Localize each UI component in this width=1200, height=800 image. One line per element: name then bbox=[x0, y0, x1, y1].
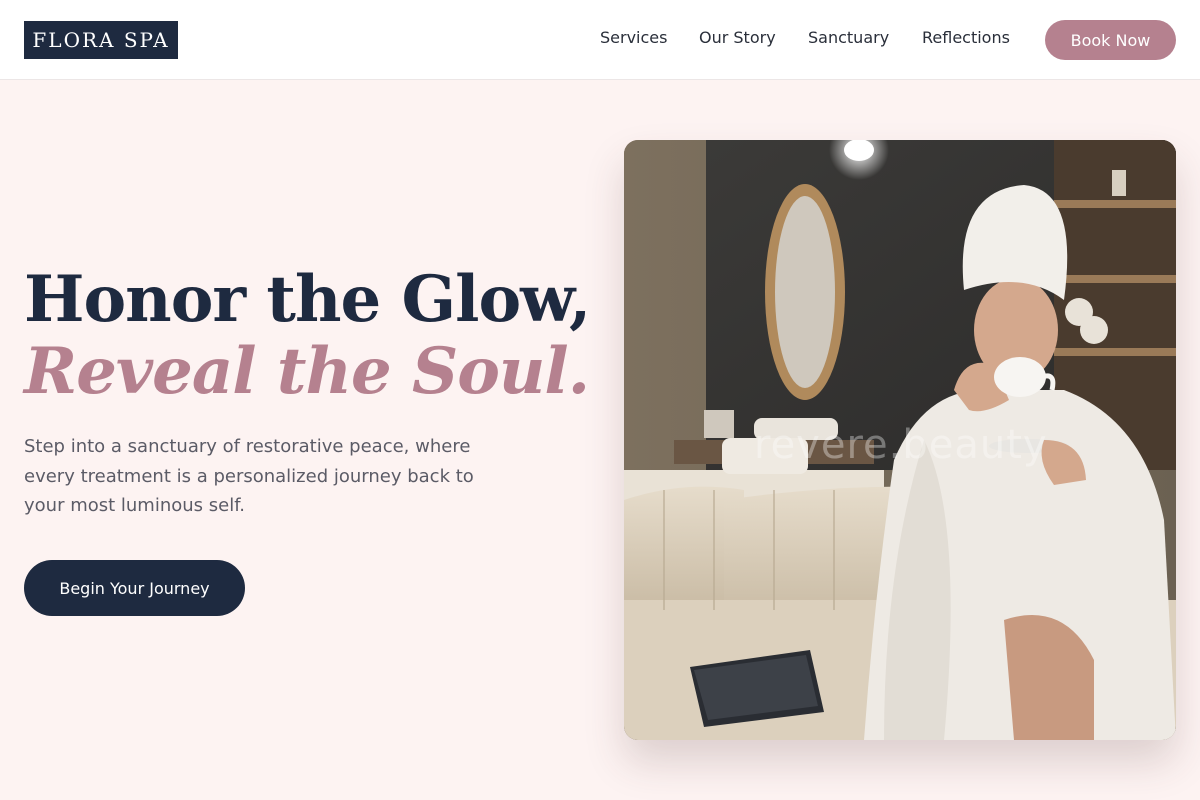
nav-link-services[interactable]: Services bbox=[600, 28, 667, 47]
hero-title-line1: Honor the Glow, bbox=[24, 262, 591, 337]
hero-image: revere.beauty bbox=[624, 140, 1176, 740]
site-header: FLORA SPA Services Our Story Sanctuary R… bbox=[0, 0, 1200, 80]
nav-link-reflections[interactable]: Reflections bbox=[922, 28, 1010, 47]
hero-subtitle: Step into a sanctuary of restorative pea… bbox=[24, 436, 474, 516]
nav-link-sanctuary[interactable]: Sanctuary bbox=[808, 28, 889, 47]
book-now-button[interactable]: Book Now bbox=[1045, 20, 1176, 60]
begin-journey-button[interactable]: Begin Your Journey bbox=[24, 560, 245, 616]
logo[interactable]: FLORA SPA bbox=[24, 21, 178, 59]
watermark-text: revere.beauty bbox=[754, 422, 1048, 468]
nav-link-our-story[interactable]: Our Story bbox=[699, 28, 776, 47]
hero-title-line2: Reveal the Soul. bbox=[24, 334, 590, 409]
